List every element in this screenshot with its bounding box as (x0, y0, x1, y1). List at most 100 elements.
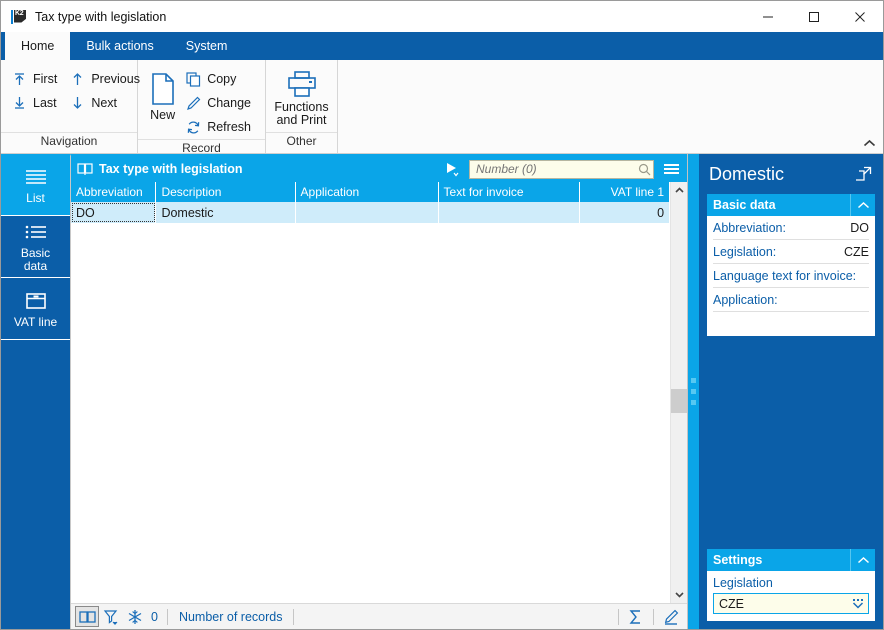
previous-button[interactable]: Previous (65, 67, 148, 91)
main-body: List Basic data VAT line Tax type with l… (1, 154, 883, 629)
detail-panel-title: Domestic (709, 163, 785, 184)
funnel-icon[interactable] (99, 606, 123, 627)
field-abbreviation-label: Abbreviation: (713, 220, 786, 235)
sidebar-item-basic-data[interactable]: Basic data (1, 216, 70, 278)
next-label: Next (91, 96, 118, 110)
scroll-up-button[interactable] (671, 182, 687, 199)
cell-vat-line-1[interactable]: 0 (580, 202, 670, 223)
minimize-button[interactable] (745, 1, 791, 32)
new-button[interactable]: New (144, 65, 181, 122)
settings-legislation-value: CZE (719, 596, 744, 611)
refresh-icon (185, 119, 201, 135)
grid-vertical-scrollbar[interactable] (670, 182, 687, 603)
hamburger-icon[interactable] (660, 159, 682, 179)
cell-text-for-invoice[interactable] (439, 202, 580, 223)
ribbon-group-record: New Copy Change Refresh Record (138, 60, 266, 155)
pane-splitter[interactable] (687, 154, 699, 629)
field-language-text-for-invoice[interactable]: Language text for invoice: (713, 264, 869, 288)
chevron-up-icon[interactable] (850, 549, 875, 571)
sigma-icon[interactable] (624, 606, 648, 627)
grid-header-bar: Tax type with legislation (71, 156, 687, 182)
grid-table: Abbreviation Description Application Tex… (71, 182, 671, 603)
grid-pane: Tax type with legislation Abbreviation (70, 154, 687, 629)
field-application-label: Application: (713, 292, 778, 307)
maximize-button[interactable] (791, 1, 837, 32)
cell-abbreviation[interactable]: DO (71, 202, 157, 223)
title-bar: K2 Tax type with legislation (1, 1, 883, 32)
new-label: New (150, 108, 176, 122)
column-header-abbreviation[interactable]: Abbreviation (71, 182, 157, 202)
change-label: Change (207, 96, 251, 110)
combo-dropdown-icon[interactable] (848, 594, 868, 613)
last-label: Last (33, 96, 57, 110)
scroll-down-button[interactable] (671, 586, 687, 603)
change-button[interactable]: Change (181, 91, 259, 115)
record-actions-column: Copy Change Refresh (181, 65, 259, 139)
basic-data-card-header[interactable]: Basic data (707, 194, 875, 216)
open-in-new-icon[interactable] (853, 163, 875, 185)
basic-data-fields: Abbreviation: DO Legislation: CZE Langua… (707, 216, 875, 336)
grid-footer-bar: 0 Number of records (71, 603, 687, 629)
scrollbar-track[interactable] (671, 199, 687, 586)
play-dropdown-icon[interactable] (441, 159, 463, 179)
sidebar-item-vat-line[interactable]: VAT line (1, 278, 70, 340)
settings-legislation-combo[interactable]: CZE (713, 593, 869, 614)
ribbon-content: First Last Previous Next Navigation New … (1, 60, 883, 155)
functions-and-print-button[interactable]: Functions and Print (272, 63, 331, 127)
ribbon-group-navigation-label: Navigation (1, 132, 137, 153)
column-header-text-for-invoice[interactable]: Text for invoice (439, 182, 580, 202)
functions-and-print-label-line2: and Print (276, 113, 327, 127)
tab-home[interactable]: Home (5, 32, 71, 60)
detail-panel: Domestic Basic data Abbreviation: DO Leg… (699, 154, 883, 629)
copy-button[interactable]: Copy (181, 67, 259, 91)
tab-system[interactable]: System (170, 32, 244, 60)
refresh-button[interactable]: Refresh (181, 115, 259, 139)
cell-application[interactable] (296, 202, 439, 223)
new-document-icon (150, 69, 176, 109)
k2-app-icon: K2 (11, 9, 27, 25)
sidebar-item-list[interactable]: List (1, 154, 70, 216)
column-header-vat-line-1[interactable]: VAT line 1 (580, 182, 671, 202)
last-button[interactable]: Last (7, 91, 65, 115)
arrow-up-to-bar-icon (11, 71, 27, 87)
search-box[interactable] (469, 159, 654, 179)
left-navigation-rail: List Basic data VAT line (1, 154, 70, 629)
scrollbar-thumb[interactable] (671, 389, 687, 413)
refresh-label: Refresh (207, 120, 251, 134)
field-application[interactable]: Application: (713, 288, 869, 312)
navigation-prev-next-column: Previous Next (65, 65, 148, 115)
field-legislation[interactable]: Legislation: CZE (713, 240, 869, 264)
field-abbreviation-value: DO (850, 220, 869, 235)
chevron-up-icon[interactable] (850, 194, 875, 216)
field-abbreviation[interactable]: Abbreviation: DO (713, 216, 869, 240)
ribbon-group-other: Functions and Print Other (266, 60, 338, 153)
copy-label: Copy (207, 72, 237, 86)
table-row[interactable]: DO Domestic 0 (71, 202, 670, 223)
column-header-application[interactable]: Application (296, 182, 439, 202)
grid-body: Abbreviation Description Application Tex… (71, 182, 687, 603)
filter-count: 0 (151, 609, 158, 624)
settings-card: Settings Legislation CZE (707, 549, 875, 621)
column-header-description[interactable]: Description (156, 182, 296, 202)
basic-data-card: Basic data Abbreviation: DO Legislation:… (707, 194, 875, 336)
settings-card-header[interactable]: Settings (707, 549, 875, 571)
tab-bulk-actions[interactable]: Bulk actions (70, 32, 169, 60)
ribbon-collapse-button[interactable] (862, 137, 876, 149)
pencil-icon (185, 95, 201, 111)
ribbon-empty-area (338, 60, 883, 153)
snowflake-icon[interactable] (123, 606, 147, 627)
cell-description[interactable]: Domestic (156, 202, 296, 223)
pencil-underline-icon[interactable] (659, 606, 683, 627)
navigation-first-last-column: First Last (7, 65, 65, 115)
search-input[interactable] (470, 161, 635, 177)
first-button[interactable]: First (7, 67, 65, 91)
next-button[interactable]: Next (65, 91, 148, 115)
open-book-icon[interactable] (75, 606, 99, 627)
book-icon (77, 162, 93, 176)
field-legislation-label: Legislation: (713, 244, 777, 259)
settings-legislation-label: Legislation (713, 576, 773, 590)
close-button[interactable] (837, 1, 883, 32)
sidebar-item-list-label: List (26, 190, 45, 205)
ribbon-group-other-label: Other (266, 132, 337, 153)
application-window: K2 Tax type with legislation Home Bulk a… (0, 0, 884, 630)
